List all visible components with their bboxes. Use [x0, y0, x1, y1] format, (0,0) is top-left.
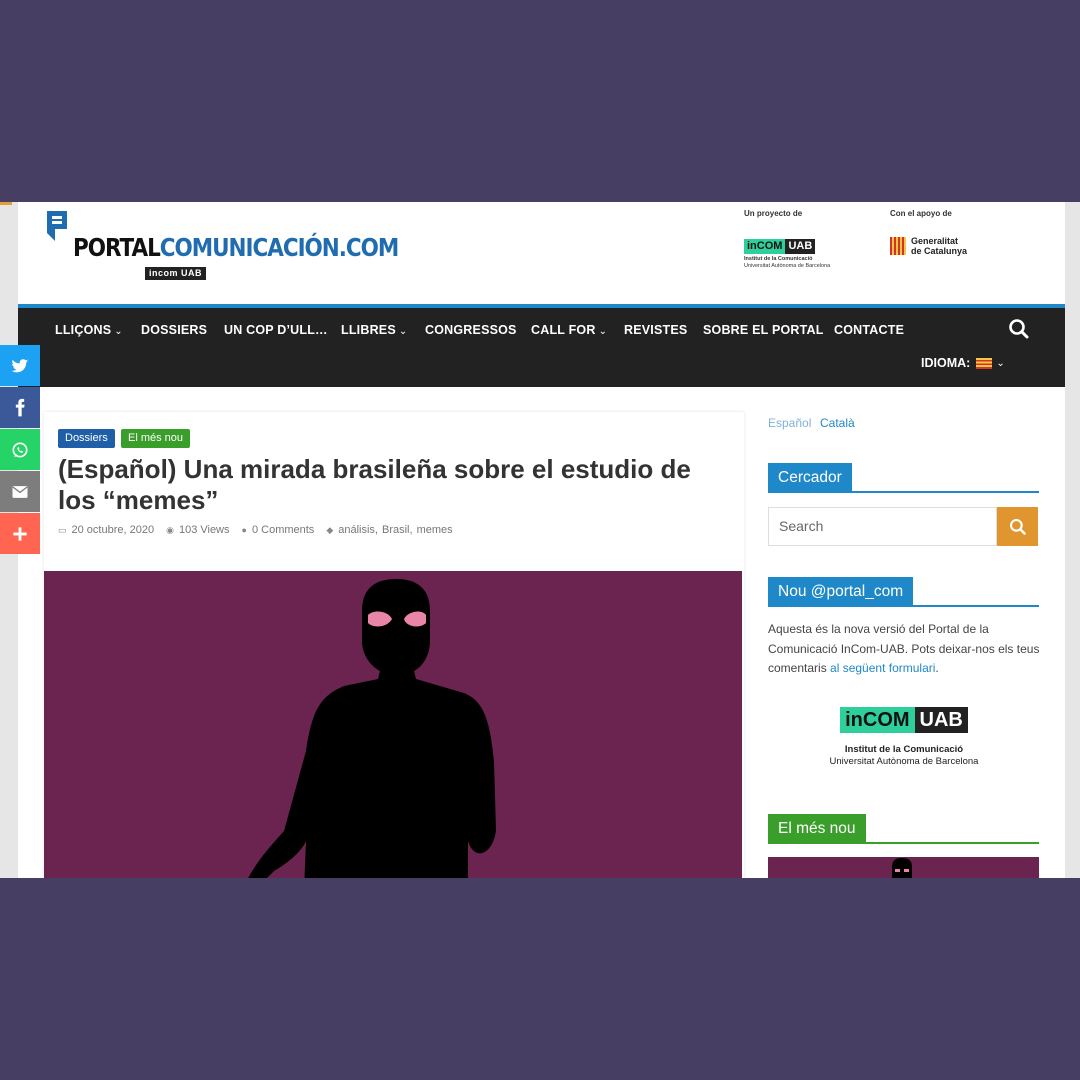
twitter-icon — [11, 358, 29, 372]
tag-icon: ◆ — [326, 524, 334, 535]
tag-link[interactable]: memes — [417, 524, 453, 536]
plus-icon — [13, 526, 27, 541]
email-icon — [12, 485, 28, 498]
calendar-icon: ▭ — [58, 524, 67, 535]
lang-link-catala[interactable]: Català — [820, 416, 855, 430]
nav-item-call-for[interactable]: CALL FOR ⌄ — [531, 323, 607, 337]
chevron-down-icon: ⌄ — [598, 326, 608, 337]
share-email-button[interactable] — [0, 471, 40, 512]
nav-item-revistes[interactable]: REVISTES — [624, 323, 687, 337]
incom-logo-small[interactable]: inCOM UAB Institut de la Comunicació Univ… — [744, 236, 830, 270]
share-more-button[interactable] — [0, 513, 40, 554]
incom-logo-part-a: inCOM — [840, 707, 915, 733]
incom-logo-large[interactable]: inCOM UAB Institut de la Comunicació Univ… — [820, 707, 988, 767]
incom-logo-line1: Institut de la Comunicació — [844, 744, 964, 755]
logo-part1: PORTAL — [73, 233, 161, 262]
widget-heading-cercador: Cercador — [768, 463, 1039, 493]
featured-image[interactable] — [44, 571, 742, 878]
incom-logo-part-b: UAB — [785, 239, 816, 254]
language-selector[interactable]: IDIOMA: ⌄ — [921, 356, 1005, 370]
incom-logo-part-a: inCOM — [744, 239, 786, 254]
chevron-down-icon: ⌄ — [398, 326, 408, 337]
browser-viewport: PORTALCOMUNICACIÓN.COM incom UAB Un proy… — [0, 202, 1080, 878]
incom-caption-1: Institut de la Comunicació — [744, 256, 813, 262]
incom-caption-2: Universitat Autònoma de Barcelona — [744, 263, 831, 269]
main-navigation: LLIÇONS ⌄ DOSSIERS UN COP D’ULL… LLIBRES ⌄… — [18, 304, 1065, 387]
share-twitter-button[interactable] — [0, 345, 40, 386]
facebook-icon — [15, 398, 25, 416]
category-badge-el-mes-nou[interactable]: El més nou — [121, 429, 191, 448]
catalan-flag-icon — [976, 357, 993, 369]
nav-item-sobre-el-portal[interactable]: SOBRE EL PORTAL — [703, 323, 824, 337]
language-label: IDIOMA: — [921, 356, 971, 370]
nav-item-llicons[interactable]: LLIÇONS ⌄ — [55, 323, 123, 337]
category-badge-dossiers[interactable]: Dossiers — [58, 429, 115, 448]
share-facebook-button[interactable] — [0, 387, 40, 428]
nav-item-contacte[interactable]: CONTACTE — [834, 323, 904, 337]
web-page: PORTALCOMUNICACIÓN.COM incom UAB Un proy… — [18, 202, 1065, 878]
search-icon[interactable] — [1008, 318, 1030, 340]
silhouette-figure — [248, 579, 496, 878]
widget-heading-twitter: Nou @portal_com — [768, 577, 1039, 607]
sidebar-intro-text: Aquesta és la nova versió del Portal de … — [768, 622, 1040, 675]
widget-heading-el-mes-nou: El més nou — [768, 814, 1039, 844]
article-meta: ▭ 20 octubre, 2020 ◉ 103 Views ● 0 Comme… — [58, 524, 453, 536]
whatsapp-icon — [12, 442, 28, 457]
incom-logo-line2: Universitat Autònoma de Barcelona — [829, 756, 979, 767]
logo-subtitle: incom UAB — [145, 267, 207, 280]
tag-link[interactable]: Brasil — [382, 524, 410, 536]
nav-item-congressos[interactable]: CONGRESSOS — [425, 323, 517, 337]
article-card: Dossiers El més nou (Español) Una mirada… — [44, 412, 744, 878]
sponsor-label-support: Con el apoyo de — [890, 209, 952, 218]
orange-accent — [0, 202, 12, 205]
generalitat-line2: de Catalunya — [911, 246, 968, 256]
tag-link[interactable]: análisis — [338, 524, 375, 536]
article-comments[interactable]: 0 Comments — [252, 524, 314, 536]
article-title[interactable]: (Español) Una mirada brasileña sobre el … — [58, 454, 728, 516]
nav-item-dossiers[interactable]: DOSSIERS — [141, 323, 207, 337]
generalitat-logo[interactable]: Generalitat de Catalunya — [890, 236, 967, 256]
incom-logo-part-b: UAB — [914, 707, 968, 733]
sponsor-label-project: Un proyecto de — [744, 209, 803, 218]
comment-icon: ● — [241, 525, 247, 535]
logo-mark-icon — [47, 211, 67, 241]
site-logo[interactable]: PORTALCOMUNICACIÓN.COM incom UAB — [45, 209, 399, 280]
chevron-down-icon: ⌄ — [114, 326, 123, 337]
article-views: 103 Views — [178, 524, 230, 536]
generalitat-line1: Generalitat — [911, 236, 959, 246]
feedback-form-link[interactable]: al següent formulari — [830, 661, 935, 675]
logo-text: PORTALCOMUNICACIÓN.COM — [73, 233, 400, 262]
generalitat-flag-icon — [890, 237, 906, 255]
share-whatsapp-button[interactable] — [0, 429, 40, 470]
silhouette-figure — [892, 858, 912, 878]
eye-icon: ◉ — [166, 524, 174, 535]
search-submit-button[interactable] — [997, 507, 1038, 546]
nav-item-llibres[interactable]: LLIBRES ⌄ — [341, 323, 407, 337]
chevron-down-icon: ⌄ — [996, 357, 1005, 369]
nav-item-un-cop-dull[interactable]: UN COP D’ULL… — [224, 323, 328, 337]
latest-post-thumbnail[interactable] — [768, 857, 1039, 878]
article-date[interactable]: 20 octubre, 2020 — [72, 524, 155, 536]
search-icon — [1009, 518, 1026, 535]
search-input[interactable]: Search — [768, 507, 997, 546]
logo-part2: COMUNICACIÓN.COM — [159, 233, 400, 262]
lang-link-espanol[interactable]: Español — [768, 416, 811, 430]
